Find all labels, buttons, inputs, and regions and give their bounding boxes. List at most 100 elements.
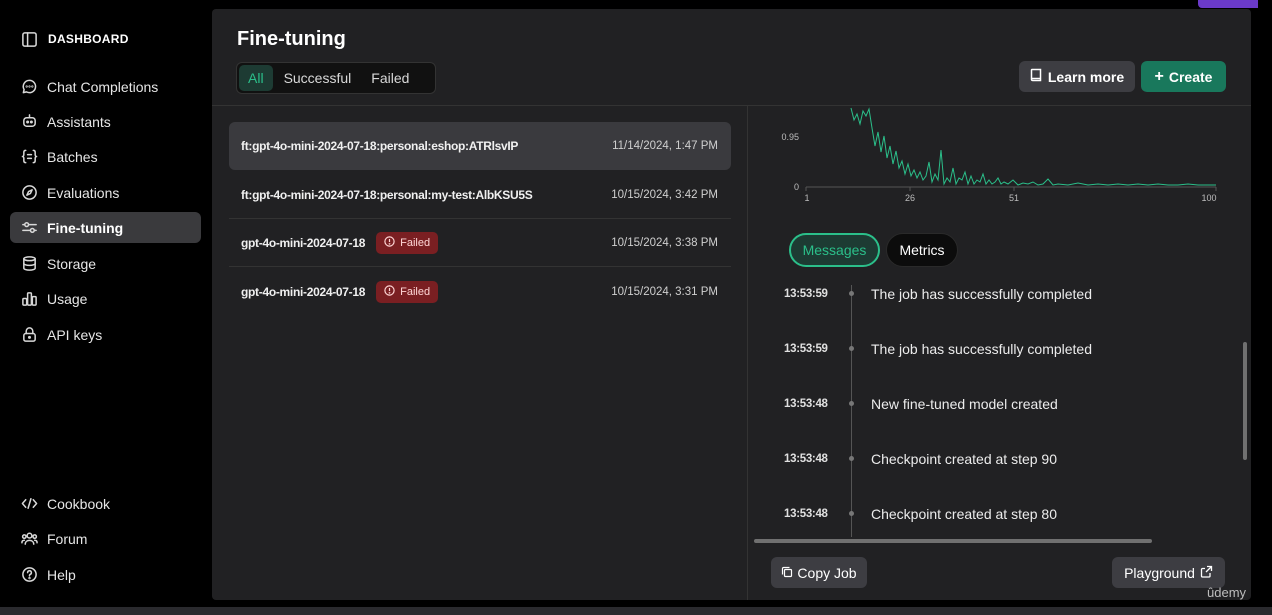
- sidebar-toggle-icon[interactable]: [20, 30, 38, 48]
- create-button[interactable]: + Create: [1141, 61, 1226, 92]
- udemy-watermark: ûdemy: [1207, 585, 1247, 600]
- job-date: 11/14/2024, 1:47 PM: [612, 140, 718, 152]
- book-icon: [1030, 68, 1043, 85]
- sidebar-item-storage[interactable]: Storage: [10, 248, 201, 279]
- sidebar-item-forum[interactable]: Forum: [10, 523, 201, 554]
- message-item: 13:53:48 Checkpoint created at step 80: [784, 504, 1057, 524]
- playground-label: Playground: [1124, 564, 1195, 581]
- sidebar-item-usage[interactable]: Usage: [10, 283, 201, 314]
- y-tick-label: 0: [794, 182, 799, 192]
- message-time: 13:53:48: [784, 398, 828, 410]
- message-text: The job has successfully completed: [871, 286, 1092, 302]
- sidebar-item-chat-completions[interactable]: Chat Completions: [10, 71, 201, 102]
- create-label: Create: [1168, 68, 1213, 85]
- plus-icon: +: [1154, 67, 1164, 85]
- tab-messages[interactable]: Messages: [789, 233, 880, 267]
- help-icon: [20, 566, 38, 584]
- x-tick-label: 100: [1201, 193, 1216, 202]
- x-tick-label: 1: [804, 193, 809, 202]
- job-name: ft:gpt-4o-mini-2024-07-18:personal:my-te…: [241, 187, 533, 202]
- sidebar: DASHBOARD Chat Completions Assistants Ba…: [0, 0, 212, 615]
- message-item: 13:53:59 The job has successfully comple…: [784, 339, 1092, 359]
- sidebar-item-help[interactable]: Help: [10, 559, 201, 590]
- job-row[interactable]: ft:gpt-4o-mini-2024-07-18:personal:eshop…: [229, 122, 731, 170]
- sidebar-item-batches[interactable]: Batches: [10, 141, 201, 172]
- tab-metrics[interactable]: Metrics: [886, 233, 958, 267]
- page-title: Fine-tuning: [237, 28, 346, 50]
- x-tick-label: 26: [905, 193, 915, 202]
- bottom-bar: [0, 607, 1272, 615]
- copy-job-button[interactable]: Copy Job: [771, 557, 867, 588]
- sidebar-item-label: Chat Completions: [47, 78, 159, 95]
- chart-svg: 0.95 0 1 26 51 100: [781, 107, 1217, 203]
- timeline-dot: [849, 456, 854, 461]
- brand-label: DASHBOARD: [48, 32, 129, 46]
- sidebar-item-label: Assistants: [47, 113, 111, 130]
- job-date: 10/15/2024, 3:31 PM: [611, 286, 718, 298]
- status-filter-tabs: All Successful Failed: [236, 62, 436, 94]
- alert-circle-icon: [384, 235, 395, 250]
- vertical-scrollbar[interactable]: [1243, 342, 1247, 460]
- tab-failed[interactable]: Failed: [362, 65, 418, 91]
- job-date: 10/15/2024, 3:38 PM: [611, 236, 718, 249]
- sidebar-brand[interactable]: DASHBOARD: [20, 30, 129, 48]
- job-row[interactable]: gpt-4o-mini-2024-07-18 Failed 10/15/2024…: [229, 268, 731, 316]
- robot-icon: [20, 113, 38, 131]
- alert-circle-icon: [384, 285, 395, 299]
- job-name: gpt-4o-mini-2024-07-18: [241, 235, 366, 250]
- job-row[interactable]: gpt-4o-mini-2024-07-18 Failed 10/15/2024…: [229, 219, 731, 267]
- timeline-dot: [849, 511, 854, 516]
- message-time: 13:53:59: [784, 288, 828, 300]
- timeline-dot: [849, 401, 854, 406]
- failed-badge: Failed: [376, 281, 439, 303]
- status-label: Failed: [400, 236, 431, 249]
- message-item: 13:53:59 The job has successfully comple…: [784, 284, 1092, 304]
- sliders-icon: [20, 219, 38, 237]
- sidebar-item-fine-tuning[interactable]: Fine-tuning: [10, 212, 201, 243]
- horizontal-scrollbar[interactable]: [754, 539, 1152, 543]
- main-panel: Fine-tuning All Successful Failed Learn …: [212, 9, 1251, 600]
- braces-icon: [20, 148, 38, 166]
- timeline-dot: [849, 291, 854, 296]
- sidebar-item-label: Batches: [47, 148, 98, 165]
- code-icon: [20, 495, 38, 513]
- tab-all[interactable]: All: [239, 65, 273, 91]
- sidebar-item-assistants[interactable]: Assistants: [10, 106, 201, 137]
- status-label: Failed: [400, 286, 431, 298]
- database-icon: [20, 255, 38, 273]
- job-row-left: ft:gpt-4o-mini-2024-07-18:personal:eshop…: [241, 139, 518, 153]
- sidebar-item-label: Cookbook: [47, 495, 111, 512]
- job-name: gpt-4o-mini-2024-07-18: [241, 285, 366, 299]
- message-item: 13:53:48 Checkpoint created at step 90: [784, 449, 1057, 469]
- message-text: New fine-tuned model created: [871, 396, 1058, 412]
- sidebar-item-label: Storage: [47, 255, 97, 272]
- sidebar-item-evaluations[interactable]: Evaluations: [10, 177, 201, 208]
- sidebar-item-label: Fine-tuning: [47, 219, 124, 236]
- sidebar-item-label: Evaluations: [47, 184, 120, 201]
- message-time: 13:53:48: [784, 508, 828, 520]
- message-text: Checkpoint created at step 90: [871, 451, 1058, 467]
- message-item: 13:53:48 New fine-tuned model created: [784, 394, 1058, 414]
- y-tick-label: 0.95: [781, 132, 799, 142]
- sidebar-item-cookbook[interactable]: Cookbook: [10, 488, 201, 519]
- job-row[interactable]: ft:gpt-4o-mini-2024-07-18:personal:my-te…: [229, 171, 731, 219]
- copy-icon: [781, 565, 793, 581]
- users-icon: [20, 530, 38, 548]
- job-date: 10/15/2024, 3:42 PM: [611, 188, 718, 201]
- sidebar-item-label: Help: [47, 566, 76, 583]
- app-root: DASHBOARD Chat Completions Assistants Ba…: [0, 0, 1272, 615]
- sidebar-item-api-keys[interactable]: API keys: [10, 319, 201, 350]
- sidebar-item-label: API keys: [47, 326, 103, 343]
- playground-button[interactable]: Playground: [1112, 557, 1225, 588]
- loss-series-line: [850, 107, 1216, 186]
- top-corner-accent: [1198, 0, 1258, 8]
- message-text: Checkpoint created at step 80: [871, 506, 1058, 522]
- sidebar-item-label: Forum: [47, 530, 88, 547]
- lock-icon: [20, 326, 38, 344]
- external-link-icon: [1200, 565, 1213, 581]
- learn-more-button[interactable]: Learn more: [1019, 61, 1135, 92]
- chart-icon: [20, 290, 38, 308]
- timeline-dot: [849, 346, 854, 351]
- tab-successful[interactable]: Successful: [275, 65, 361, 91]
- chat-icon: [20, 78, 38, 96]
